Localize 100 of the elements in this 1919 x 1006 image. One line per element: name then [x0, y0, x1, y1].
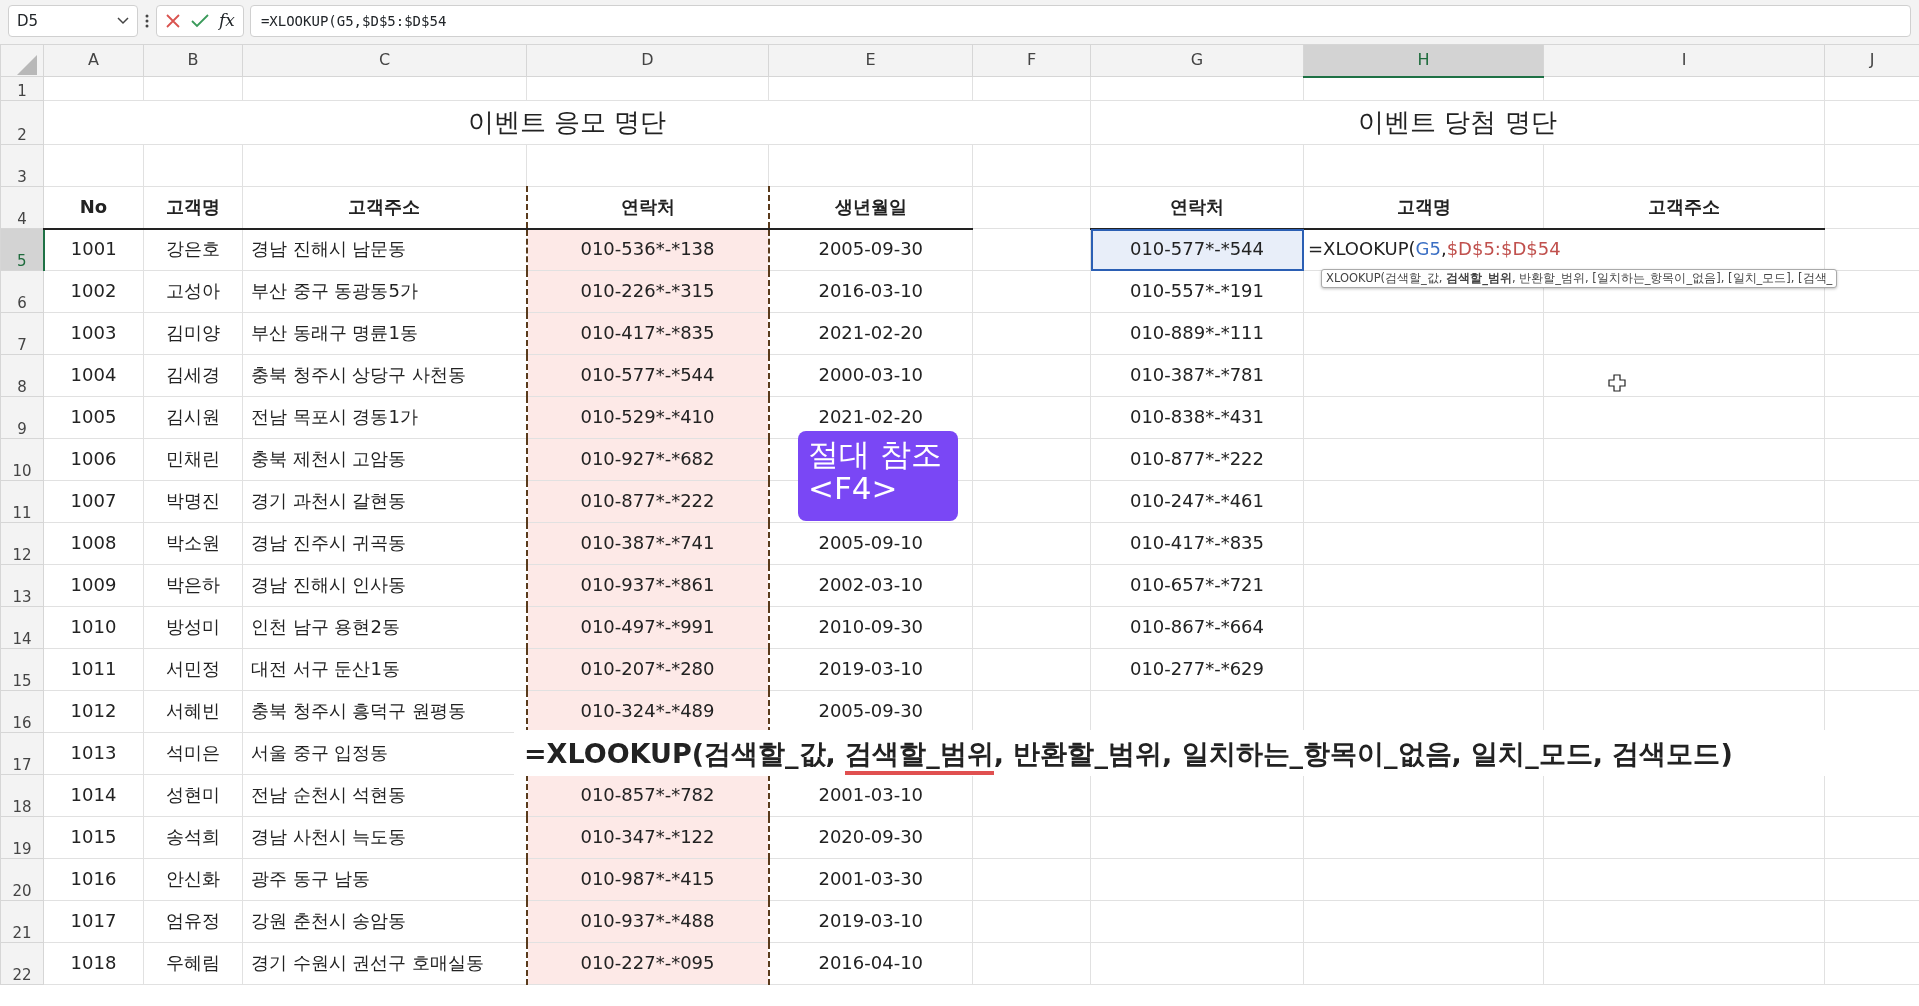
- name-box[interactable]: D5: [8, 5, 138, 37]
- row-header[interactable]: 19: [0, 816, 44, 859]
- table-cell: 1013: [43, 732, 144, 775]
- table-cell: 안신화: [143, 858, 243, 901]
- table-cell: 고성아: [143, 270, 243, 313]
- table-cell: 1001: [43, 228, 144, 271]
- row-header[interactable]: 14: [0, 606, 44, 649]
- row-header[interactable]: 8: [0, 354, 44, 397]
- row-header[interactable]: 20: [0, 858, 44, 901]
- table-cell: 1018: [43, 942, 144, 985]
- row-header[interactable]: 2: [0, 100, 44, 145]
- row-header[interactable]: 9: [0, 396, 44, 439]
- function-tooltip: XLOOKUP(검색할_값, 검색할_범위, 반환할_범위, [일치하는_항목이_없음], [일치_모드], [검색_: [1321, 269, 1838, 289]
- row-header[interactable]: 5: [0, 228, 44, 271]
- table-cell: 010-277*-*629: [1090, 648, 1304, 691]
- column-header[interactable]: H: [1303, 44, 1544, 77]
- table-cell: 010-927*-*682: [526, 438, 769, 481]
- table-cell: 1006: [43, 438, 144, 481]
- more-icon[interactable]: [144, 13, 150, 29]
- column-header[interactable]: J: [1824, 44, 1919, 77]
- table-cell: 박명진: [143, 480, 243, 523]
- table-cell: 박은하: [143, 564, 243, 607]
- table-cell: 010-577*-*544: [526, 354, 769, 397]
- table-cell: 010-577*-*544: [1090, 228, 1304, 271]
- table-cell: 1012: [43, 690, 144, 733]
- column-header[interactable]: C: [242, 44, 527, 77]
- check-icon[interactable]: [191, 14, 209, 28]
- table-cell: 2016-03-10: [768, 270, 973, 313]
- insert-function-button[interactable]: fx: [219, 8, 235, 34]
- table-cell: 김세경: [143, 354, 243, 397]
- formula-field[interactable]: =XLOOKUP(G5,$D$5:$D$54: [249, 5, 1911, 37]
- table-cell: 1009: [43, 564, 144, 607]
- row-header[interactable]: 22: [0, 942, 44, 985]
- table-cell: 010-536*-*138: [526, 228, 769, 271]
- column-heading: 연락처: [526, 186, 769, 229]
- table-cell: 김시원: [143, 396, 243, 439]
- table-cell: 2002-03-10: [768, 564, 973, 607]
- table-cell: 010-227*-*095: [526, 942, 769, 985]
- table-cell: 2019-03-10: [768, 900, 973, 943]
- row-header[interactable]: 4: [0, 186, 44, 229]
- table-cell: 1017: [43, 900, 144, 943]
- row-header[interactable]: 1: [0, 76, 44, 101]
- row-header[interactable]: 17: [0, 732, 44, 775]
- column-heading: No: [43, 186, 144, 229]
- table-cell: 1002: [43, 270, 144, 313]
- table-cell: 송석희: [143, 816, 243, 859]
- row-header[interactable]: 21: [0, 900, 44, 943]
- table-cell: 박소원: [143, 522, 243, 565]
- table-cell: 2016-04-10: [768, 942, 973, 985]
- table-cell: 010-987*-*415: [526, 858, 769, 901]
- sheet-title: 이벤트 당첨 명단: [1090, 100, 1825, 145]
- row-header[interactable]: 18: [0, 774, 44, 817]
- table-cell: 민채린: [143, 438, 243, 481]
- table-cell: 010-937*-*488: [526, 900, 769, 943]
- row-header[interactable]: 13: [0, 564, 44, 607]
- table-cell: 1016: [43, 858, 144, 901]
- table-cell: 2005-09-10: [768, 522, 973, 565]
- table-cell: 010-937*-*861: [526, 564, 769, 607]
- table-cell: 2005-09-30: [768, 228, 973, 271]
- table-cell: 서혜빈: [143, 690, 243, 733]
- row-header[interactable]: 12: [0, 522, 44, 565]
- row-header[interactable]: 15: [0, 648, 44, 691]
- column-header[interactable]: B: [143, 44, 243, 77]
- column-header[interactable]: F: [972, 44, 1091, 77]
- row-header[interactable]: 11: [0, 480, 44, 523]
- table-cell: 010-889*-*111: [1090, 312, 1304, 355]
- table-cell: 1010: [43, 606, 144, 649]
- table-cell: 010-857*-*782: [526, 774, 769, 817]
- row-header[interactable]: 7: [0, 312, 44, 355]
- column-header[interactable]: D: [526, 44, 769, 77]
- shortcut-caption: 절대 참조 <F4>: [798, 431, 958, 521]
- row-header[interactable]: 10: [0, 438, 44, 481]
- row-header[interactable]: 6: [0, 270, 44, 313]
- table-cell: 우혜림: [143, 942, 243, 985]
- row-header[interactable]: 3: [0, 144, 44, 187]
- table-cell: 서민정: [143, 648, 243, 691]
- table-cell: 010-347*-*122: [526, 816, 769, 859]
- table-cell: 1008: [43, 522, 144, 565]
- cancel-icon[interactable]: [165, 13, 181, 29]
- table-cell: 010-387*-*781: [1090, 354, 1304, 397]
- row-header[interactable]: 16: [0, 690, 44, 733]
- caret-icon: [117, 17, 129, 25]
- table-cell: 1014: [43, 774, 144, 817]
- table-cell: 010-207*-*280: [526, 648, 769, 691]
- column-heading: 생년월일: [768, 186, 973, 229]
- table-cell: 성현미: [143, 774, 243, 817]
- table-cell: 010-324*-*489: [526, 690, 769, 733]
- column-heading: 고객명: [143, 186, 243, 229]
- table-cell: 010-877*-*222: [1090, 438, 1304, 481]
- table-cell: 010-417*-*835: [1090, 522, 1304, 565]
- column-header[interactable]: A: [43, 44, 144, 77]
- table-cell: 2021-02-20: [768, 312, 973, 355]
- table-cell: 김미양: [143, 312, 243, 355]
- column-header[interactable]: I: [1543, 44, 1825, 77]
- column-header[interactable]: E: [768, 44, 973, 77]
- table-cell: 1011: [43, 648, 144, 691]
- table-cell: 2019-03-10: [768, 648, 973, 691]
- table-cell: 1005: [43, 396, 144, 439]
- table-cell: 1015: [43, 816, 144, 859]
- column-header[interactable]: G: [1090, 44, 1304, 77]
